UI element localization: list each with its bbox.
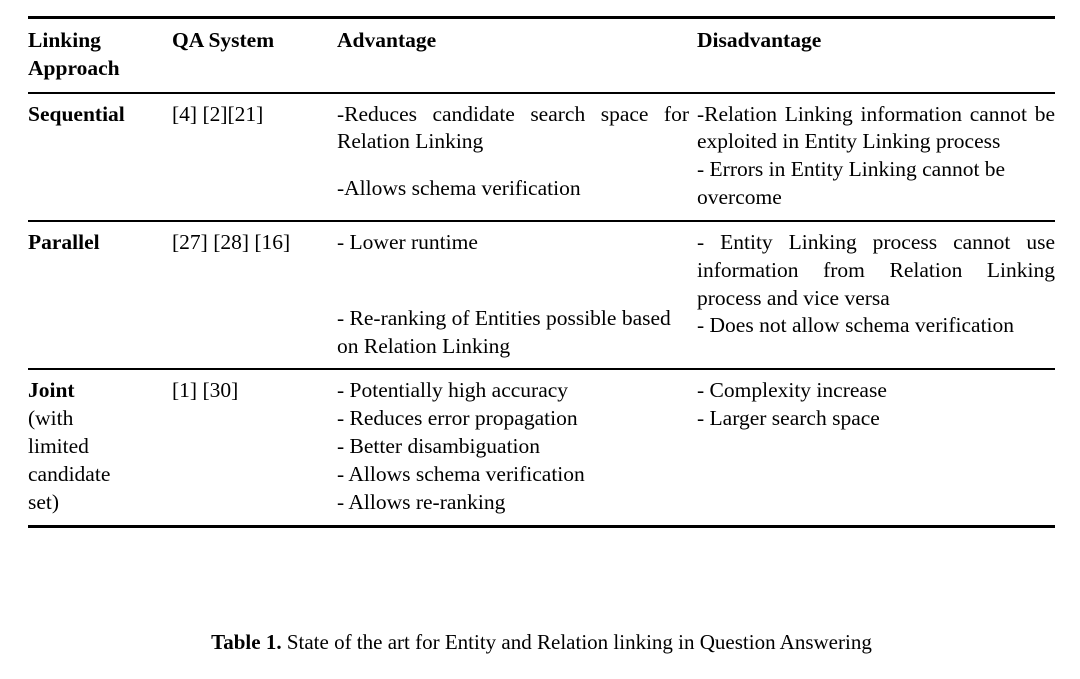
advantage-item: -Allows schema verification [337,176,581,201]
table-header: Linking Approach QA System Advantage Dis… [28,17,1055,93]
table-caption-label: Table 1. [211,630,282,654]
state-of-the-art-table: Linking Approach QA System Advantage Dis… [28,16,1055,525]
advantage-item: - Reduces error propagation [337,406,578,431]
advantage-item: -Reduces candidate search space for Rela… [337,101,689,154]
table-row: Joint (with limited candidate set) [1] [… [28,369,1055,524]
column-header-linking-approach-line2: Approach [28,55,120,80]
disadvantage-item: - Complexity increase [697,378,887,403]
linking-approach-note-line: (with [28,406,74,431]
disadvantage-item: -Relation Linking information cannot be … [697,101,1055,154]
column-header-qa-system: QA System [172,28,275,52]
table-caption: Table 1. State of the art for Entity and… [28,630,1055,655]
linking-approach-note-line: candidate [28,461,111,486]
table-row: Sequential [4] [2][21] -Reduces candidat… [28,92,1055,221]
cell-qa-system: [1] [30] [172,378,239,403]
cell-disadvantage: - Entity Linking process cannot use info… [697,221,1055,369]
disadvantage-item: - Errors in Entity Linking cannot be ove… [697,157,1006,210]
disadvantage-item: - Does not allow schema verification [697,313,1015,338]
disadvantage-item: - Entity Linking process cannot use info… [697,229,1055,310]
cell-qa-system: [27] [28] [16] [172,229,291,254]
column-header-disadvantage: Disadvantage [697,28,822,52]
cell-disadvantage: -Relation Linking information cannot be … [697,93,1055,221]
column-header-linking-approach-line1: Linking [28,28,101,52]
linking-approach-name: Joint [28,378,75,403]
table-bottom-rule [28,524,1055,528]
table-body: Sequential [4] [2][21] -Reduces candidat… [28,92,1055,525]
table-row: Parallel [27] [28] [16] - Lower runtime … [28,220,1055,369]
column-header-linking-approach: Linking Approach [28,18,172,93]
table-page: Linking Approach QA System Advantage Dis… [0,0,1080,679]
cell-disadvantage: - Complexity increase - Larger search sp… [697,369,1055,524]
cell-linking-approach: Parallel [28,221,172,369]
advantage-item: - Allows re-ranking [337,489,506,514]
table-header-row: Linking Approach QA System Advantage Dis… [28,17,1055,93]
advantage-item: - Re-ranking of Entities possible based … [337,305,671,358]
cell-advantage: - Potentially high accuracy - Reduces er… [337,369,697,524]
advantage-item: - Better disambiguation [337,434,541,459]
disadvantage-item: - Larger search space [697,406,880,431]
cell-linking-approach: Sequential [28,93,172,221]
table-container: Linking Approach QA System Advantage Dis… [28,16,1055,528]
cell-qa-system: [4] [2][21] [172,101,264,126]
linking-approach-note-line: limited [28,434,89,459]
cell-linking-approach: Joint (with limited candidate set) [28,369,172,524]
cell-advantage: - Lower runtime - Re-ranking of Entities… [337,221,697,369]
column-header-advantage: Advantage [337,28,437,52]
linking-approach-note-line: set) [28,489,60,514]
linking-approach-name: Parallel [28,229,100,254]
advantage-item: - Lower runtime [337,229,478,254]
cell-advantage: -Reduces candidate search space for Rela… [337,93,697,221]
advantage-item: - Potentially high accuracy [337,378,569,403]
table-caption-text: State of the art for Entity and Relation… [286,630,872,654]
advantage-item: - Allows schema verification [337,461,585,486]
linking-approach-name: Sequential [28,101,125,126]
